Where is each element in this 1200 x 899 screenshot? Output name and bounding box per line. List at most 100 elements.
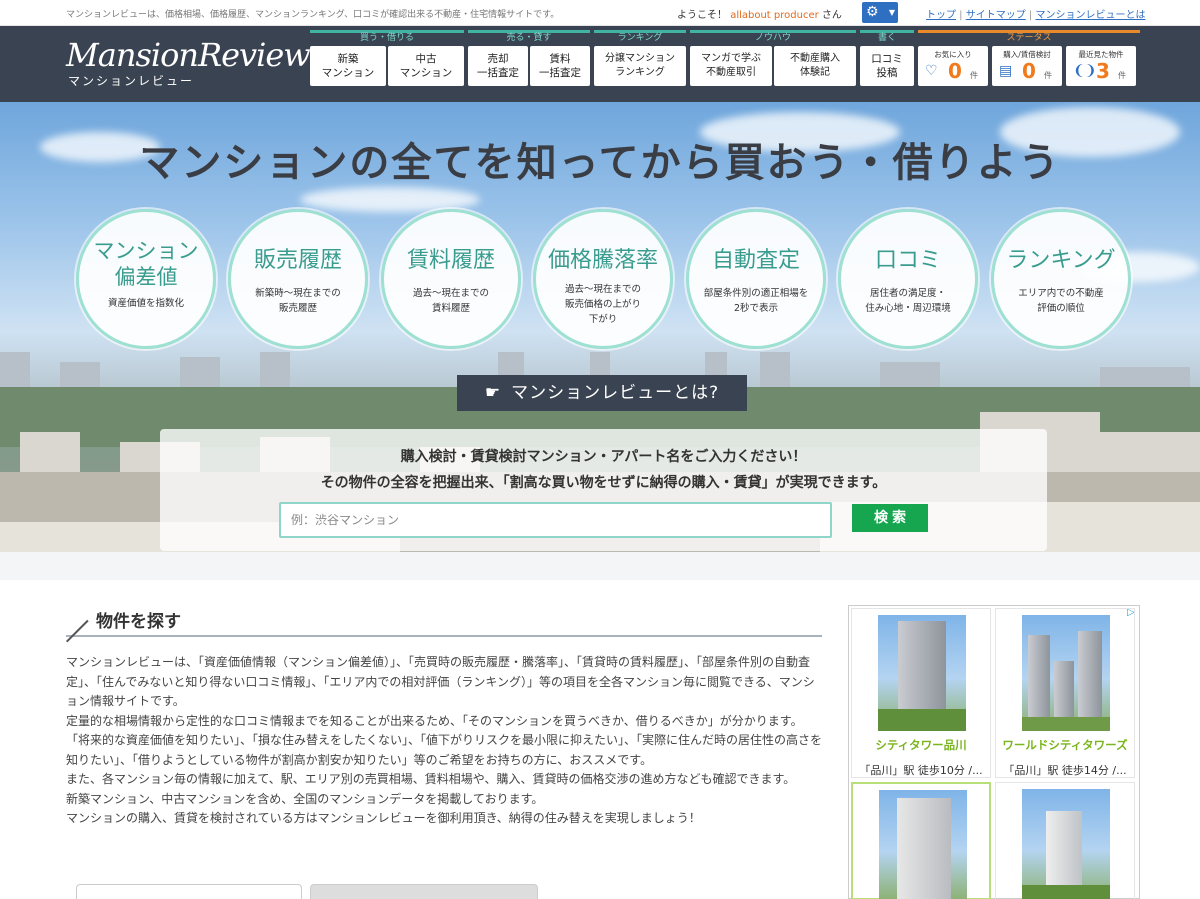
feature-deviation-value[interactable]: マンション 偏差値 資産価値を指数化 xyxy=(76,209,216,349)
welcome-message: ようこそ！ allabout producer さん xyxy=(677,10,842,21)
link-top[interactable]: トップ xyxy=(926,10,956,21)
find-property-section: 物件を探す マンションレビューは、「資産価値情報（マンション偏差値）」、「売買時… xyxy=(66,603,822,899)
status-favorites[interactable]: お気に入り ♡ 0 件 xyxy=(918,46,988,86)
feature-sub: 資産価値を指数化 xyxy=(107,298,184,309)
feature-price-change-rate[interactable]: 価格騰落率 過去〜現在までの 販売価格の上がり 下がり xyxy=(533,209,673,349)
status-recently-viewed[interactable]: 最近見た物件 ❨❩ 3 件 xyxy=(1066,46,1136,86)
user-name[interactable]: allabout producer xyxy=(730,10,819,21)
description-paragraph: 「将来的な資産価値を知りたい」、「損な住み替えをしたくない」、「値下がりリスクを… xyxy=(66,733,823,767)
nav-group-title: 売る・貸す xyxy=(468,30,590,43)
section-title: 物件を探す xyxy=(96,612,181,632)
description-paragraph: マンションの購入、賃貸を検討されている方はマンションレビューを御利用頂き、納得の… xyxy=(66,811,701,825)
nav-group-title: ノウハウ xyxy=(690,30,856,43)
ad-item[interactable] xyxy=(995,782,1135,899)
list-icon: ▤ xyxy=(999,63,1013,79)
nav-manga-button[interactable]: マンガで学ぶ 不動産取引 xyxy=(690,46,772,86)
footprints-icon: ❨❩ xyxy=(1073,63,1097,79)
nav-group-ranking: ランキング 分譲マンション ランキング xyxy=(594,30,686,86)
caret-down-icon: ▼ xyxy=(888,8,895,17)
link-about[interactable]: マンションレビューとは xyxy=(1035,10,1145,21)
feature-sub: 新築時〜現在までの 販売履歴 xyxy=(255,288,341,314)
status-title: ステータス xyxy=(918,30,1140,43)
section-description: マンションレビューは、「資産価値情報（マンション偏差値）」、「売買時の販売履歴・… xyxy=(66,653,822,829)
description-paragraph: 定量的な相場情報から定性的な口コミ情報までを知ることが出来るため、「そのマンショ… xyxy=(66,713,803,728)
hero-headline: マンションの全てを知ってから買おう・借りよう xyxy=(139,140,1061,186)
global-header: MansionReview マンションレビュー 買う・借りる 新築 マンション … xyxy=(0,26,1200,102)
property-station: 「品川」駅 徒歩10分 /... xyxy=(859,764,983,777)
feature-auto-assessment[interactable]: 自動査定 部屋条件別の適正相場を 2秒で表示 xyxy=(686,209,826,349)
search-input[interactable]: 例：渋谷マンション xyxy=(279,502,832,538)
favorites-count: 0 xyxy=(948,59,962,83)
status-considering[interactable]: 購入/賃借検討 ▤ 0 件 xyxy=(992,46,1062,86)
feature-title: 口コミ xyxy=(874,248,941,273)
feature-sub: 過去〜現在までの 販売価格の上がり 下がり xyxy=(564,284,641,325)
ad-item[interactable] xyxy=(851,782,991,899)
ad-panel: ▷ シティタワー品川 「品川」駅 徒歩10分 /... ワールドシティタワーズ … xyxy=(848,605,1140,899)
gear-icon: ⚙ xyxy=(866,4,879,20)
feature-title: 賃料履歴 xyxy=(406,248,495,273)
feature-title: 価格騰落率 xyxy=(547,248,658,273)
ad-item[interactable]: ワールドシティタワーズ 「品川」駅 徒歩14分 /... xyxy=(995,608,1135,778)
logo-text-ja: マンションレビュー xyxy=(68,74,195,88)
feature-title: 自動査定 xyxy=(711,248,800,273)
nav-group-knowhow: ノウハウ マンガで学ぶ 不動産取引 不動産購入 体験記 xyxy=(690,30,856,86)
link-sitemap[interactable]: サイトマップ xyxy=(966,10,1026,21)
status-panel: ステータス お気に入り ♡ 0 件 購入/賃借検討 ▤ 0 件 最近見た物件 ❨… xyxy=(918,30,1140,86)
description-paragraph: マンションレビューは、「資産価値情報（マンション偏差値）」、「売買時の販売履歴・… xyxy=(66,655,815,708)
property-image xyxy=(1022,789,1110,899)
nav-ranking-button[interactable]: 分譲マンション ランキング xyxy=(594,46,686,86)
feature-sales-history[interactable]: 販売履歴 新築時〜現在までの 販売履歴 xyxy=(228,209,368,349)
nav-experience-button[interactable]: 不動産購入 体験記 xyxy=(774,46,856,86)
description-paragraph: 新築マンション、中古マンションを含め、全国のマンションデータを掲載しております。 xyxy=(66,791,544,806)
nav-group-buy: 買う・借りる 新築 マンション 中古 マンション xyxy=(310,30,464,86)
heart-icon: ♡ xyxy=(925,63,938,79)
feature-ranking[interactable]: ランキング エリア内での不動産 評価の順位 xyxy=(991,209,1131,349)
feature-title: 販売履歴 xyxy=(253,248,342,273)
top-bar: マンションレビューは、価格相場、価格履歴、マンションランキング、口コミが確認出来… xyxy=(0,0,1200,26)
feature-sub: 過去〜現在までの 賃料履歴 xyxy=(412,288,489,314)
nav-group-write: 書く 口コミ 投稿 xyxy=(860,30,914,86)
feature-sub: エリア内での不動産 評価の順位 xyxy=(1018,288,1104,314)
property-station: 「品川」駅 徒歩14分 /... xyxy=(1003,764,1127,777)
nav-used-mansion-button[interactable]: 中古 マンション xyxy=(388,46,464,86)
pointing-hand-icon: ☛ xyxy=(484,383,502,403)
property-image xyxy=(1022,615,1110,731)
nav-group-title: 買う・借りる xyxy=(310,30,464,43)
nav-review-post-button[interactable]: 口コミ 投稿 xyxy=(860,46,914,86)
property-image xyxy=(878,615,966,731)
logo-text-en: MansionReview xyxy=(66,36,311,74)
recently-viewed-count: 3 xyxy=(1096,59,1110,83)
nav-group-title: ランキング xyxy=(594,30,686,43)
ad-item[interactable]: シティタワー品川 「品川」駅 徒歩10分 /... xyxy=(851,608,991,778)
nav-sale-assessment-button[interactable]: 売却 一括査定 xyxy=(468,46,528,86)
feature-title: ランキング xyxy=(1006,248,1116,273)
search-panel: 購入検討・賃貸検討マンション・アパート名をご入力ください！ その物件の全容を把握… xyxy=(160,429,1047,551)
about-mansion-review-button[interactable]: ☛ マンションレビューとは? xyxy=(457,375,747,411)
search-button[interactable]: 検索 xyxy=(852,504,928,532)
site-logo[interactable]: MansionReview マンションレビュー xyxy=(66,36,311,88)
nav-new-mansion-button[interactable]: 新築 マンション xyxy=(310,46,386,86)
section-header: 物件を探す xyxy=(66,603,822,643)
search-tab[interactable] xyxy=(310,884,538,899)
feature-sub: 居住者の満足度・ 住み心地・周辺環境 xyxy=(865,288,951,314)
slash-decoration xyxy=(66,619,89,643)
nav-group-title: 書く xyxy=(860,30,914,43)
search-benefit: その物件の全容を把握出来、「割高な買い物をせずに納得の購入・賃貸」が実現できます… xyxy=(320,475,887,491)
description-paragraph: また、各マンション毎の情報に加えて、駅、エリア別の売買相場、賃料相場や、購入、賃… xyxy=(66,772,796,786)
nav-group-sell: 売る・貸す 売却 一括査定 賃料 一括査定 xyxy=(468,30,590,86)
hero-banner: マンションの全てを知ってから買おう・借りよう マンション 偏差値 資産価値を指数… xyxy=(0,102,1200,580)
property-name: ワールドシティタワーズ xyxy=(1002,738,1128,752)
search-tab[interactable] xyxy=(76,884,302,899)
site-description: マンションレビューは、価格相場、価格履歴、マンションランキング、口コミが確認出来… xyxy=(66,10,560,20)
property-name: シティタワー品川 xyxy=(875,738,967,752)
feature-rent-history[interactable]: 賃料履歴 過去〜現在までの 賃料履歴 xyxy=(381,209,521,349)
feature-title: マンション 偏差値 xyxy=(93,239,199,289)
feature-sub: 部屋条件別の適正相場を 2秒で表示 xyxy=(703,288,809,314)
settings-dropdown[interactable]: ⚙ ▼ xyxy=(862,2,898,23)
feature-reviews[interactable]: 口コミ 居住者の満足度・ 住み心地・周辺環境 xyxy=(838,209,978,349)
search-instruction: 購入検討・賃貸検討マンション・アパート名をご入力ください！ xyxy=(400,449,807,465)
considering-count: 0 xyxy=(1022,59,1036,83)
nav-rent-assessment-button[interactable]: 賃料 一括査定 xyxy=(530,46,590,86)
top-links: トップ | サイトマップ | マンションレビューとは xyxy=(926,10,1146,21)
property-image xyxy=(879,790,967,899)
